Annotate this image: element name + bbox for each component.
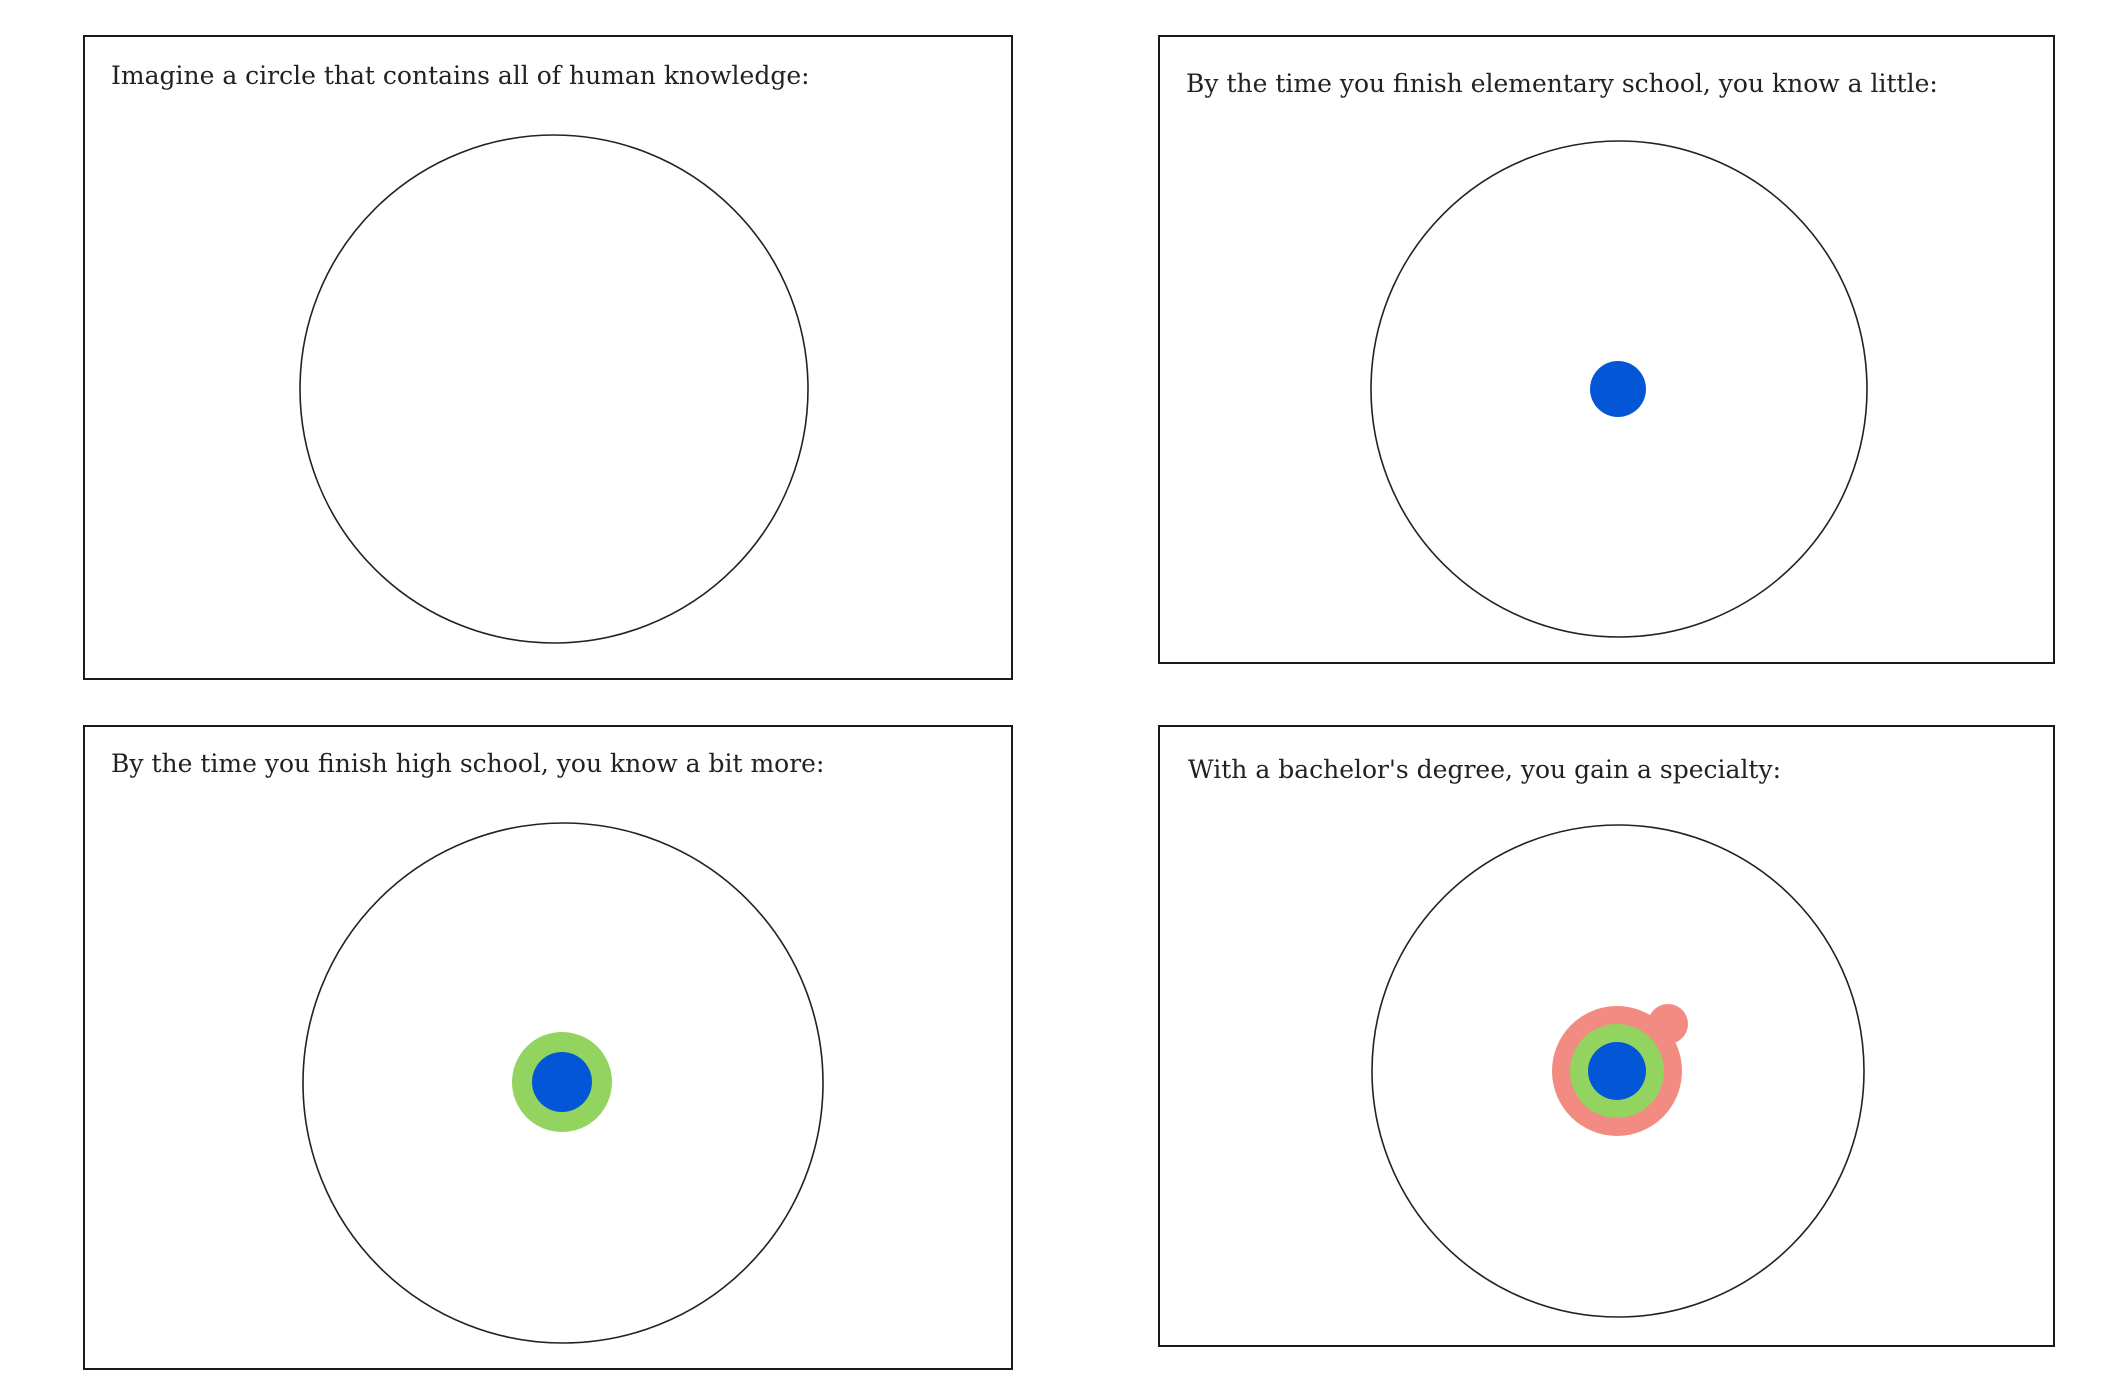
panel-elementary-school: By the time you finish elementary school… (1158, 35, 2055, 664)
elementary-knowledge-dot (1588, 1042, 1646, 1100)
knowledge-diagram (299, 134, 809, 644)
human-knowledge-circle (299, 134, 809, 644)
elementary-knowledge-dot (532, 1052, 592, 1112)
knowledge-diagram (1371, 824, 1865, 1318)
panel-human-knowledge: Imagine a circle that contains all of hu… (83, 35, 1013, 680)
panel-bachelors-degree: With a bachelor's degree, you gain a spe… (1158, 725, 2055, 1347)
knowledge-diagram (302, 822, 824, 1344)
knowledge-diagram (1370, 140, 1868, 638)
panel-high-school: By the time you finish high school, you … (83, 725, 1013, 1370)
elementary-knowledge-dot (1590, 361, 1646, 417)
